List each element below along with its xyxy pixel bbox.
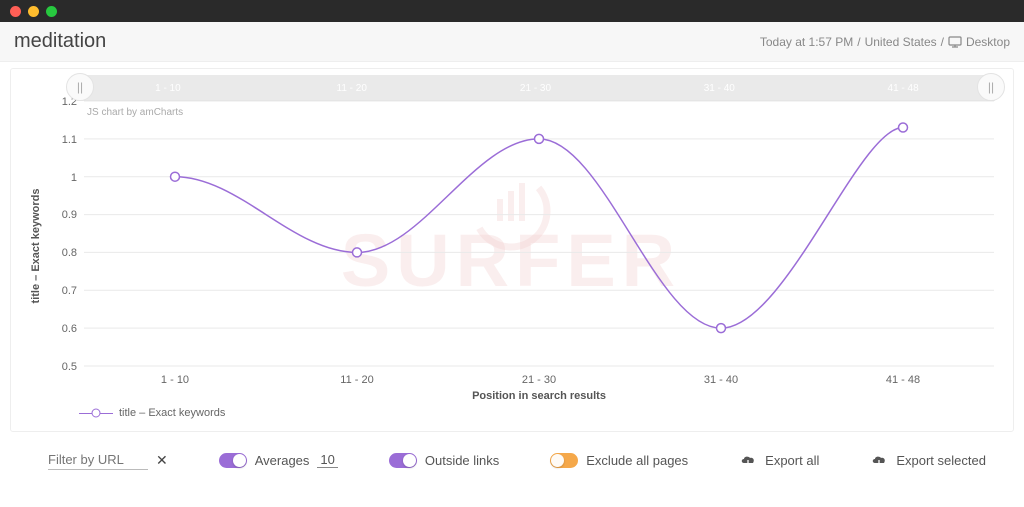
- data-point[interactable]: [535, 134, 544, 143]
- averages-label: Averages: [255, 453, 310, 468]
- export-all-button[interactable]: Export all: [739, 453, 819, 468]
- chart-card: 1 - 10 11 - 20 21 - 30 31 - 40 41 - 48 |…: [10, 68, 1014, 432]
- data-point[interactable]: [899, 123, 908, 132]
- desktop-icon: [948, 36, 962, 48]
- window-titlebar: [0, 0, 1024, 22]
- cloud-download-icon: [870, 454, 888, 467]
- page-title: meditation: [14, 30, 106, 53]
- data-point[interactable]: [717, 324, 726, 333]
- data-point[interactable]: [171, 172, 180, 181]
- filter-url-input[interactable]: [48, 450, 148, 470]
- window-close-icon[interactable]: [10, 6, 21, 17]
- legend-label: title – Exact keywords: [119, 407, 225, 419]
- svg-text:0.9: 0.9: [62, 209, 77, 221]
- exclude-pages-toggle[interactable]: [550, 453, 578, 468]
- bottom-toolbar: ✕ Averages 10 Outside links Exclude all …: [10, 432, 1014, 478]
- svg-text:11 - 20: 11 - 20: [340, 374, 373, 386]
- clear-filter-icon[interactable]: ✕: [156, 452, 168, 469]
- outside-links-label: Outside links: [425, 453, 499, 468]
- data-point[interactable]: [353, 248, 362, 257]
- svg-text:0.5: 0.5: [62, 361, 77, 373]
- window-maximize-icon[interactable]: [46, 6, 57, 17]
- svg-text:0.6: 0.6: [62, 323, 77, 335]
- chart-legend: title – Exact keywords: [19, 401, 1005, 419]
- page-header: meditation Today at 1:57 PM / United Sta…: [0, 22, 1024, 62]
- svg-text:21 - 30: 21 - 30: [522, 374, 556, 386]
- svg-text:31 - 40: 31 - 40: [704, 374, 738, 386]
- outside-links-toggle[interactable]: [389, 453, 417, 468]
- svg-text:41 - 48: 41 - 48: [886, 374, 920, 386]
- exclude-pages-label: Exclude all pages: [586, 453, 688, 468]
- meta-time: Today at 1:57 PM: [760, 35, 853, 49]
- y-axis-title: title – Exact keywords: [30, 189, 42, 304]
- watermark-text: SURFER: [341, 219, 681, 302]
- svg-text:1.1: 1.1: [62, 134, 77, 146]
- averages-value[interactable]: 10: [317, 452, 337, 468]
- window-minimize-icon[interactable]: [28, 6, 39, 17]
- range-band[interactable]: 1 - 10 11 - 20 21 - 30 31 - 40 41 - 48: [76, 75, 995, 101]
- svg-text:0.7: 0.7: [62, 285, 77, 297]
- cloud-download-icon: [739, 454, 757, 467]
- legend-marker-icon: [79, 408, 113, 418]
- svg-text:0.8: 0.8: [62, 247, 77, 259]
- range-handle-right[interactable]: ||: [977, 73, 1005, 101]
- chart-area: SURFER JS chart by amCharts title – Exac…: [19, 71, 1003, 401]
- page-meta: Today at 1:57 PM / United States / Deskt…: [760, 35, 1010, 49]
- chart-credit: JS chart by amCharts: [87, 107, 183, 118]
- averages-toggle[interactable]: [219, 453, 247, 468]
- x-axis: 1 - 10 11 - 20 21 - 30 31 - 40 41 - 48: [161, 374, 920, 386]
- x-axis-title: Position in search results: [472, 390, 606, 401]
- export-selected-button[interactable]: Export selected: [870, 453, 986, 468]
- svg-text:1: 1: [71, 172, 77, 184]
- meta-device: Desktop: [966, 35, 1010, 49]
- meta-country: United States: [865, 35, 937, 49]
- svg-text:1 - 10: 1 - 10: [161, 374, 189, 386]
- range-handle-left[interactable]: ||: [66, 73, 94, 101]
